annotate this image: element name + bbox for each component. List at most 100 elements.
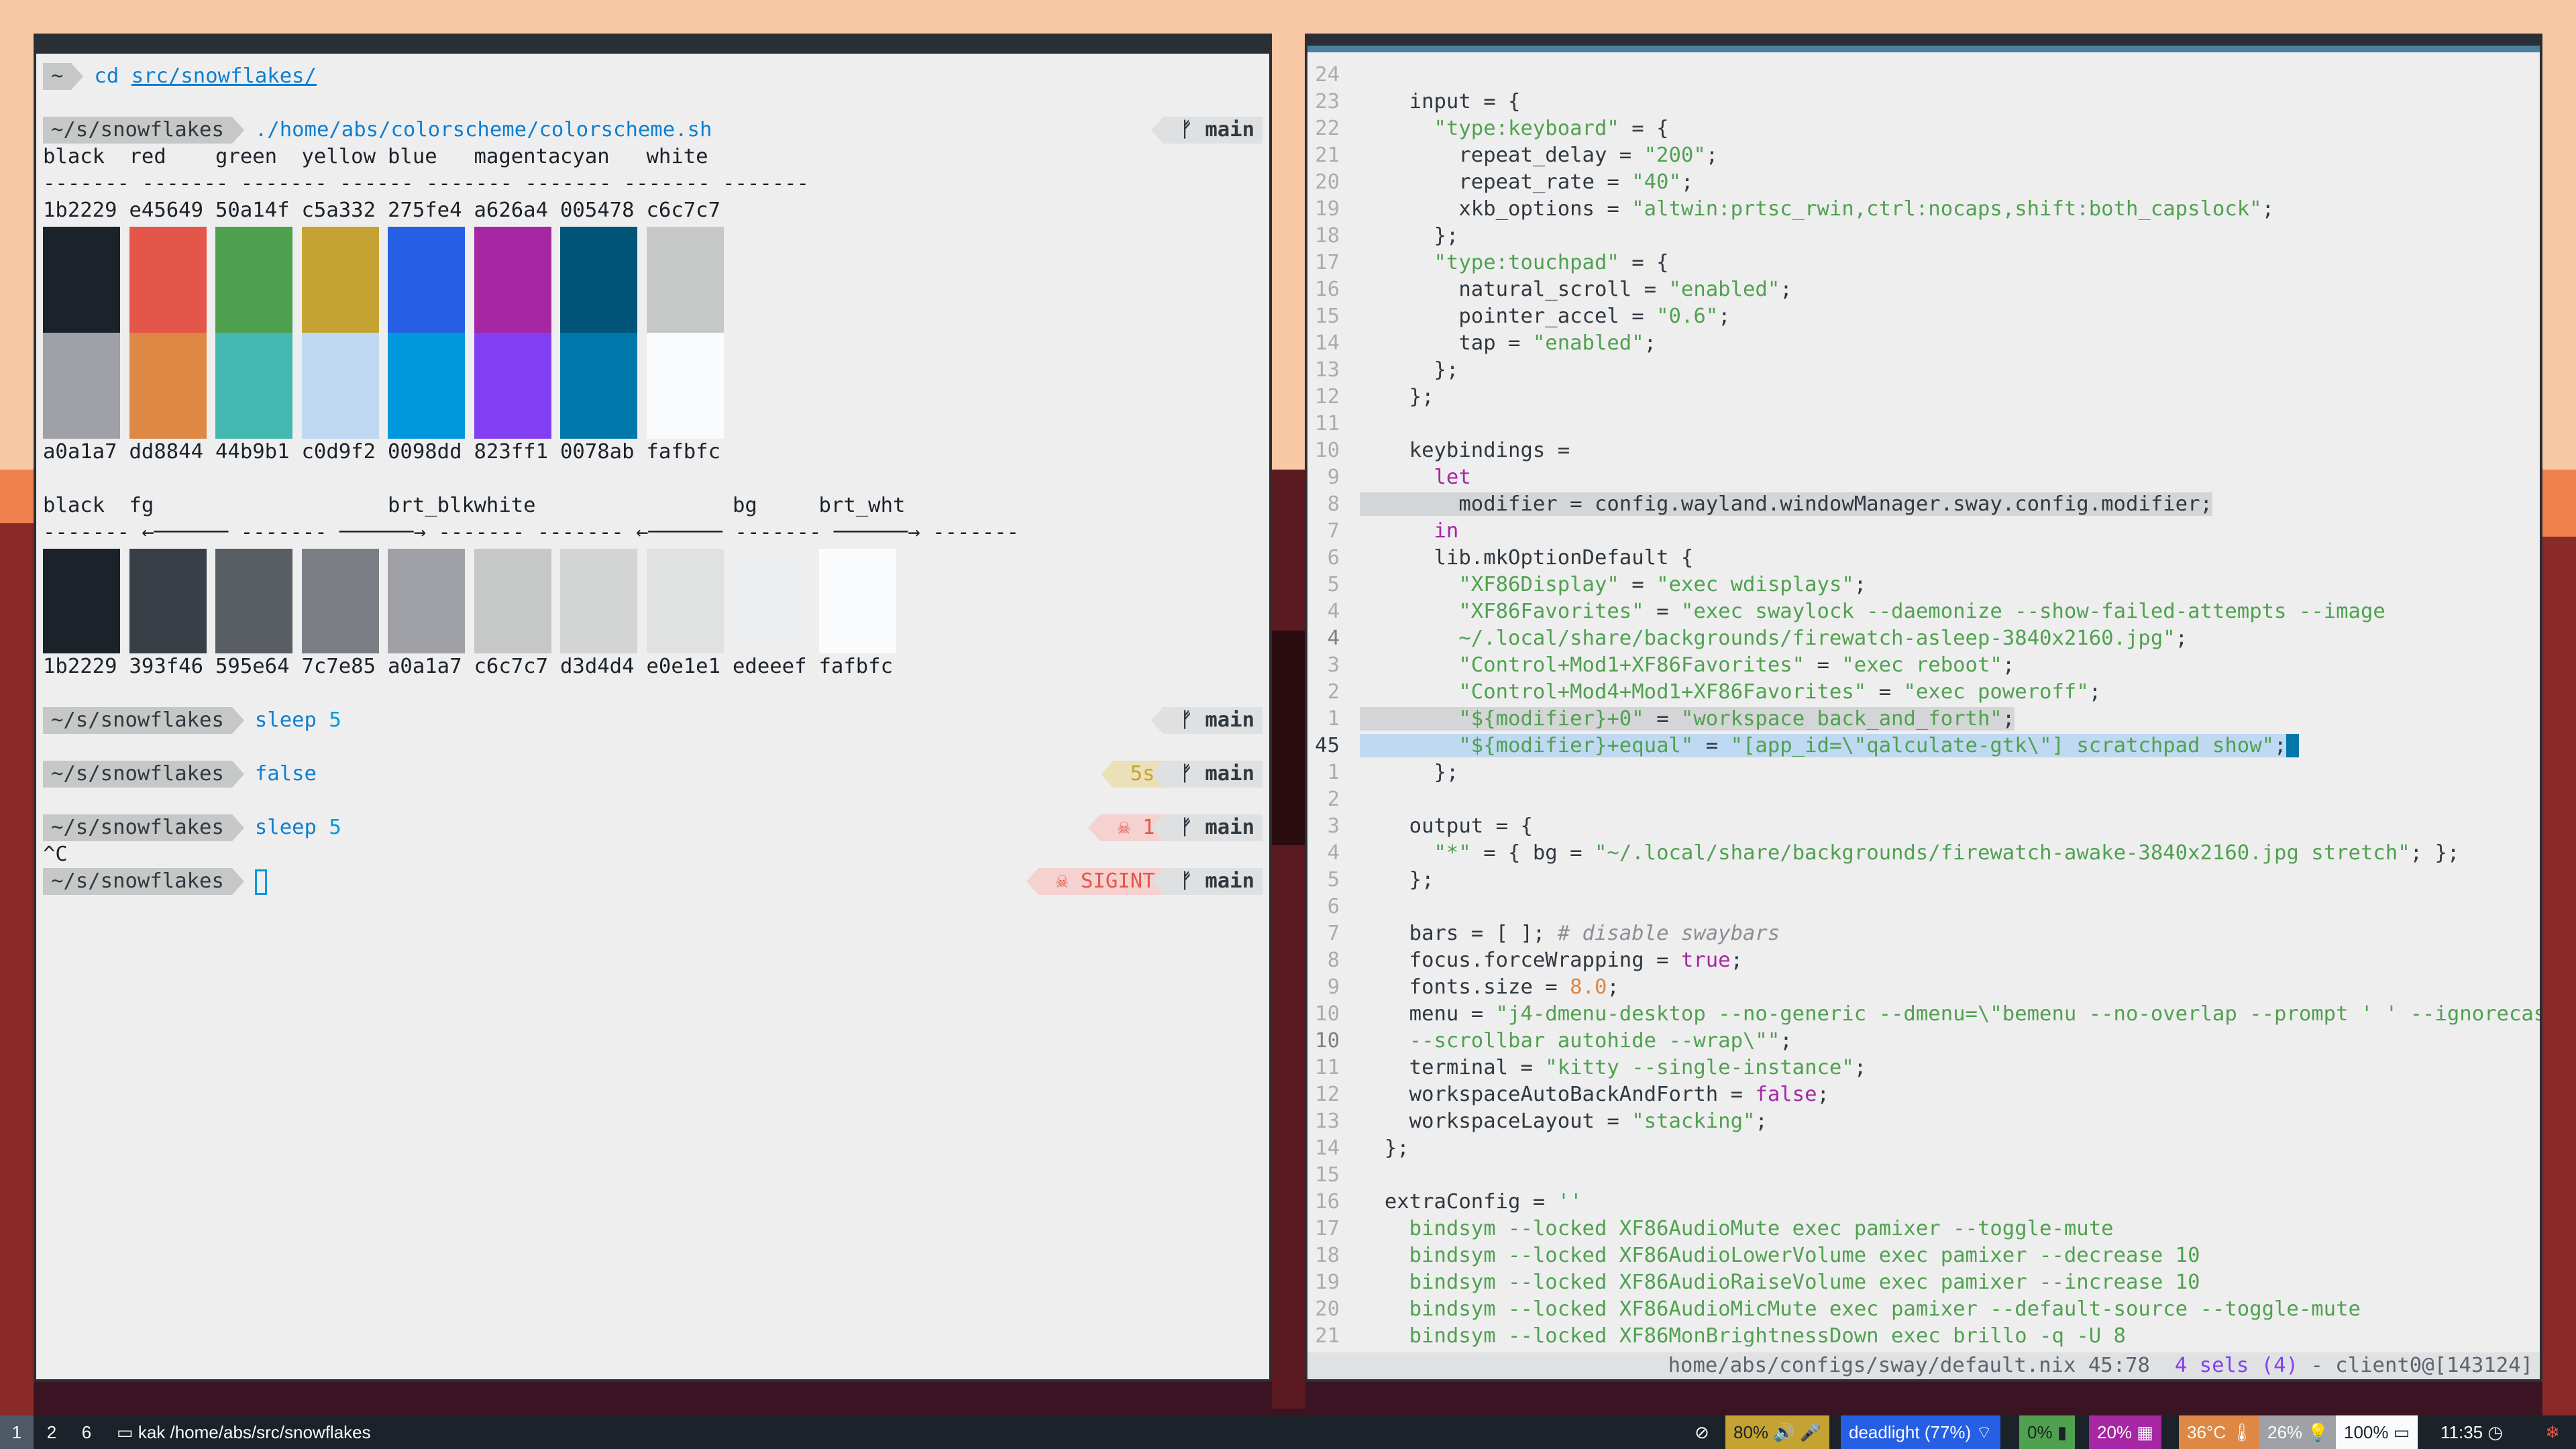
color-swatch <box>215 227 292 333</box>
clock-block[interactable]: 11:35 ◷ <box>2432 1415 2511 1449</box>
nix-icon[interactable]: ❄ <box>2529 1415 2576 1449</box>
command-arg: 5 <box>329 708 341 732</box>
prompt-line[interactable]: ~/s/snowflakes <box>43 868 267 895</box>
volume-value: 80% <box>1733 1422 1769 1442</box>
color-label: 1b2229 <box>43 655 117 678</box>
color-label: brt_wht <box>818 494 906 517</box>
workspace-1[interactable]: 1 <box>0 1415 34 1449</box>
color-label: 7c7e85 <box>301 655 376 678</box>
color-swatch <box>733 549 810 653</box>
color-swatch <box>388 333 465 439</box>
wifi-value: deadlight (77%) <box>1849 1422 1972 1442</box>
prompt-dir: ~ <box>43 63 85 90</box>
battery-block[interactable]: 0% ▮ <box>2019 1415 2076 1449</box>
prompt-dir: ~/s/snowflakes <box>43 814 244 841</box>
mic-off-icon: 🎤 <box>1799 1422 1822 1442</box>
text-cursor[interactable] <box>254 869 267 895</box>
color-label: c0d9f2 <box>301 440 376 464</box>
volume-block[interactable]: 80% 🔊 🎤 <box>1725 1415 1830 1449</box>
prompt-status: ☠ SIGINT ᚠ main <box>1026 868 1263 895</box>
color-label: 393f46 <box>129 655 204 678</box>
wifi-block[interactable]: deadlight (77%) ⌔ <box>1841 1415 2000 1449</box>
memory-block[interactable]: 26% 💡 <box>2259 1415 2337 1449</box>
skull-icon: ☠ <box>1056 869 1069 893</box>
color-swatch <box>301 227 379 333</box>
color-label: fafbfc <box>818 655 894 678</box>
command: sleep <box>254 816 317 839</box>
color-swatch <box>560 549 637 653</box>
color-label: e45649 <box>129 199 204 222</box>
signal-name: SIGINT <box>1081 869 1155 893</box>
window-title: ▭ kak /home/abs/src/snowflakes <box>109 1415 379 1449</box>
branch-name: main <box>1205 708 1254 732</box>
prompt-line: ~/s/snowflakes sleep 5 <box>43 814 341 841</box>
color-label: 275fe4 <box>388 199 462 222</box>
git-status: ᚠ main <box>1150 707 1263 734</box>
prompt-dir: ~/s/snowflakes <box>43 761 244 788</box>
prompt-line: ~ cd src/snowflakes/ <box>43 63 317 90</box>
prompt-line: ~/s/snowflakes false <box>43 761 317 788</box>
color-swatch <box>646 333 724 439</box>
color-label: white <box>474 494 536 517</box>
cpu-block[interactable]: 20% ▦ <box>2089 1415 2161 1449</box>
color-label: 50a14f <box>215 199 290 222</box>
branch-name: main <box>1205 816 1254 839</box>
prompt-dir: ~/s/snowflakes <box>43 868 244 895</box>
command-arg: src/snowflakes/ <box>131 64 317 88</box>
lightbulb-icon: 💡 <box>2307 1422 2329 1442</box>
memory-value: 26% <box>2267 1422 2303 1442</box>
temperature-block[interactable]: 36°C 🌡 <box>2179 1415 2261 1449</box>
window-title-text: kak /home/abs/src/snowflakes <box>138 1422 371 1442</box>
window-icon: ▭ <box>117 1422 133 1442</box>
eye-off-icon[interactable]: ⊘ <box>1680 1415 1724 1449</box>
terminal-content[interactable]: ~ cd src/snowflakes/ ~/s/snowflakes ./home… <box>43 63 1263 1379</box>
cpu-icon: ▦ <box>2137 1422 2153 1442</box>
git-branch: ᚠ main <box>1150 814 1263 841</box>
status-bar: 1 2 6 ▭ kak /home/abs/src/snowflakes ⊘ 8… <box>0 1415 2576 1449</box>
color-swatch <box>215 549 292 653</box>
color-label: white <box>646 145 708 168</box>
workspace-2[interactable]: 2 <box>35 1415 68 1449</box>
editor-titlebar[interactable] <box>1307 36 2540 52</box>
color-swatch <box>301 333 379 439</box>
color-label: black <box>43 494 105 517</box>
command: false <box>254 762 317 786</box>
color-label: 1b2229 <box>43 199 117 222</box>
git-branch: ᚠ main <box>1150 707 1263 734</box>
color-swatch <box>474 227 551 333</box>
brightness-value: 100% <box>2344 1422 2389 1442</box>
battery-icon: ▮ <box>2057 1422 2068 1442</box>
temperature-value: 36°C <box>2187 1422 2226 1442</box>
color-label: dd8844 <box>129 440 204 464</box>
interrupt-text: ^C <box>43 843 68 866</box>
color-swatch <box>301 549 379 653</box>
color-swatch <box>818 549 896 653</box>
command: sleep <box>254 708 317 732</box>
color-label: magenta <box>474 145 561 168</box>
color-swatch <box>388 549 465 653</box>
terminal-titlebar[interactable] <box>36 36 1269 54</box>
color-swatch <box>43 549 120 653</box>
color-swatch <box>560 227 637 333</box>
git-branch: ᚠ main <box>1150 761 1263 788</box>
editor-window[interactable]: 24 23 input = { 22 "type:keyboard" = { 2… <box>1305 34 2542 1382</box>
editor-buffer[interactable]: 24 23 input = { 22 "type:keyboard" = { 2… <box>1313 62 2540 1379</box>
signal-badge: ☠ SIGINT <box>1026 868 1163 895</box>
color-swatch <box>215 333 292 439</box>
color-label: green <box>215 145 278 168</box>
thermometer-icon: 🌡 <box>2231 1422 2253 1442</box>
color-swatch <box>646 549 724 653</box>
brightness-block[interactable]: 100% ▭ <box>2336 1415 2418 1449</box>
color-label: edeeef <box>733 655 807 678</box>
color-label: 005478 <box>560 199 635 222</box>
workspace-6[interactable]: 6 <box>70 1415 103 1449</box>
color-label: red <box>129 145 166 168</box>
terminal-window[interactable]: ~ cd src/snowflakes/ ~/s/snowflakes ./home… <box>34 34 1272 1382</box>
color-label: e0e1e1 <box>646 655 721 678</box>
prompt-line: ~/s/snowflakes sleep 5 <box>43 707 341 734</box>
prompt-dir: ~/s/snowflakes <box>43 707 244 734</box>
color-label: 44b9b1 <box>215 440 290 464</box>
color-swatch <box>129 333 207 439</box>
cpu-value: 20% <box>2097 1422 2133 1442</box>
color-label: fafbfc <box>646 440 721 464</box>
